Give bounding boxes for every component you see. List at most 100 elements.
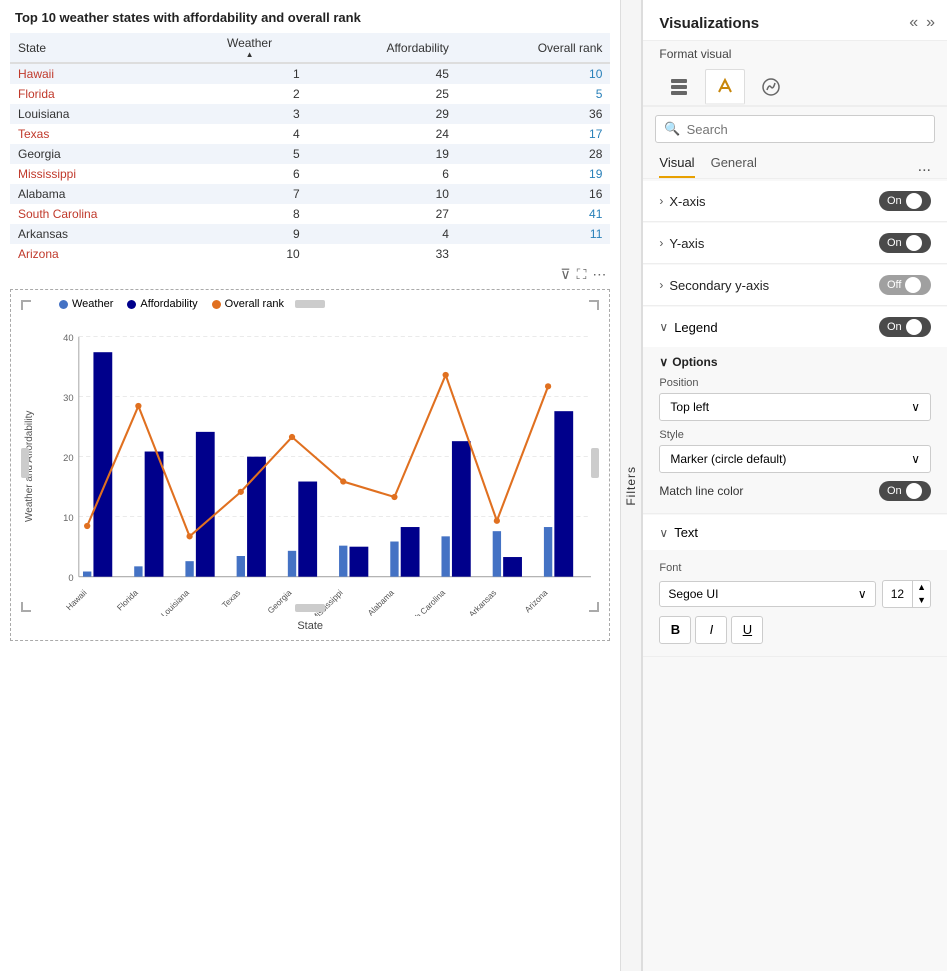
bar-affordability-alabama	[401, 527, 420, 577]
format-icon-btn[interactable]	[705, 69, 745, 105]
resize-bottom[interactable]	[295, 604, 325, 612]
table-row: Arizona 10 33	[10, 244, 610, 264]
bar-weather-louisiana	[185, 561, 193, 577]
xaxis-toggle-knob	[906, 193, 922, 209]
more-icon[interactable]: ⋯	[592, 266, 606, 283]
resize-right[interactable]	[591, 448, 599, 478]
cell-weather: 2	[191, 84, 307, 104]
table-icon-btn[interactable]	[659, 69, 699, 105]
svg-text:Florida: Florida	[115, 587, 140, 612]
filter-icon[interactable]: ⊽	[560, 266, 570, 283]
resize-left[interactable]	[21, 448, 29, 478]
cell-affordability: 10	[308, 184, 457, 204]
xaxis-toggle[interactable]: On	[879, 191, 931, 211]
overall-dot-sc	[443, 372, 449, 378]
overall-dot-texas	[238, 489, 244, 495]
cell-weather: 8	[191, 204, 307, 224]
font-size-control[interactable]: 12 ▲ ▼	[882, 580, 931, 608]
legend-toggle[interactable]: On	[879, 317, 931, 337]
xaxis-toggle-label: On	[887, 195, 902, 207]
text-body: Font Segoe UI ∨ 12 ▲ ▼ B	[643, 550, 947, 656]
section-text: ∨ Text Font Segoe UI ∨ 12 ▲ ▼	[643, 515, 947, 657]
cell-state: Alabama	[10, 184, 191, 204]
table-toolbar: ⊽ ⛶ ⋯	[10, 264, 610, 285]
col-overall: Overall rank	[457, 33, 610, 63]
tabs-more[interactable]: ...	[918, 158, 931, 176]
font-chevron-icon: ∨	[858, 587, 867, 601]
filters-label[interactable]: Filters	[621, 460, 641, 512]
tab-visual[interactable]: Visual	[659, 155, 694, 178]
table-row: Florida 2 25 5	[10, 84, 610, 104]
underline-btn[interactable]: U	[731, 616, 763, 644]
sec-yaxis-toggle-label: Off	[887, 279, 901, 291]
analytics-icon-btn[interactable]	[751, 69, 791, 105]
search-icon: 🔍	[664, 121, 680, 137]
cell-overall: 10	[457, 63, 610, 84]
legend-toggle-knob	[906, 319, 922, 335]
bar-weather-arizona	[544, 527, 552, 577]
match-line-toggle[interactable]: On	[879, 481, 931, 501]
font-dropdown[interactable]: Segoe UI ∨	[659, 581, 875, 607]
col-affordability: Affordability	[308, 33, 457, 63]
right-panel: Visualizations « » Format visual 🔍 Visua…	[642, 0, 947, 971]
text-label: Text	[674, 525, 931, 540]
resize-top[interactable]	[295, 300, 325, 308]
yaxis-toggle[interactable]: On	[879, 233, 931, 253]
section-yaxis[interactable]: › Y-axis On	[643, 223, 947, 264]
svg-text:Georgia: Georgia	[265, 587, 293, 615]
font-size-down[interactable]: ▼	[913, 594, 930, 607]
cell-overall: 41	[457, 204, 610, 224]
resize-tr[interactable]	[589, 300, 599, 310]
font-size-up[interactable]: ▲	[913, 581, 930, 594]
svg-text:South Carolina: South Carolina	[401, 587, 447, 616]
chevron-xaxis-icon: ›	[659, 194, 663, 208]
bar-weather-arkansas	[493, 531, 501, 577]
text-header[interactable]: ∨ Text	[643, 515, 947, 550]
legend-affordability-label: Affordability	[140, 298, 197, 310]
cell-affordability: 33	[308, 244, 457, 264]
svg-text:40: 40	[63, 333, 73, 343]
resize-br[interactable]	[589, 602, 599, 612]
chevron-right-icon[interactable]: »	[926, 14, 935, 32]
font-row: Segoe UI ∨ 12 ▲ ▼	[659, 580, 931, 608]
bold-btn[interactable]: B	[659, 616, 691, 644]
legend-weather-label: Weather	[72, 298, 113, 310]
cell-weather: 4	[191, 124, 307, 144]
sec-yaxis-toggle[interactable]: Off	[879, 275, 931, 295]
sec-yaxis-toggle-knob	[905, 277, 921, 293]
viz-title: Visualizations	[659, 15, 759, 32]
section-xaxis[interactable]: › X-axis On	[643, 181, 947, 222]
bar-affordability-louisiana	[196, 432, 215, 577]
svg-text:0: 0	[68, 573, 73, 583]
style-chevron-icon: ∨	[911, 452, 920, 466]
chevron-sec-yaxis-icon: ›	[659, 278, 663, 292]
bar-weather-texas	[237, 556, 245, 577]
cell-overall: 17	[457, 124, 610, 144]
bar-affordability-hawaii	[93, 352, 112, 576]
tab-general[interactable]: General	[711, 155, 757, 178]
position-dropdown[interactable]: Top left ∨	[659, 393, 931, 421]
chevron-legend-icon: ∨	[659, 320, 668, 334]
xaxis-label: X-axis	[669, 194, 879, 209]
svg-text:20: 20	[63, 453, 73, 463]
cell-state: Mississippi	[10, 164, 191, 184]
bar-weather-hawaii	[83, 572, 91, 577]
bar-weather-mississippi	[339, 546, 347, 577]
section-sec-yaxis[interactable]: › Secondary y-axis Off	[643, 265, 947, 306]
resize-bl[interactable]	[21, 602, 31, 612]
cell-affordability: 25	[308, 84, 457, 104]
legend-header[interactable]: ∨ Legend On	[643, 307, 947, 347]
bar-weather-sc	[441, 536, 449, 576]
search-box[interactable]: 🔍	[655, 115, 935, 143]
col-weather: Weather▲	[191, 33, 307, 63]
chevron-left-icon[interactable]: «	[909, 14, 918, 32]
resize-tl[interactable]	[21, 300, 31, 310]
overall-dot-arizona	[545, 383, 551, 389]
italic-btn[interactable]: I	[695, 616, 727, 644]
table-row: Texas 4 24 17	[10, 124, 610, 144]
expand-icon[interactable]: ⛶	[577, 266, 587, 283]
cell-weather: 3	[191, 104, 307, 124]
search-input[interactable]	[687, 122, 926, 137]
style-dropdown[interactable]: Marker (circle default) ∨	[659, 445, 931, 473]
filters-strip[interactable]: Filters	[620, 0, 642, 971]
